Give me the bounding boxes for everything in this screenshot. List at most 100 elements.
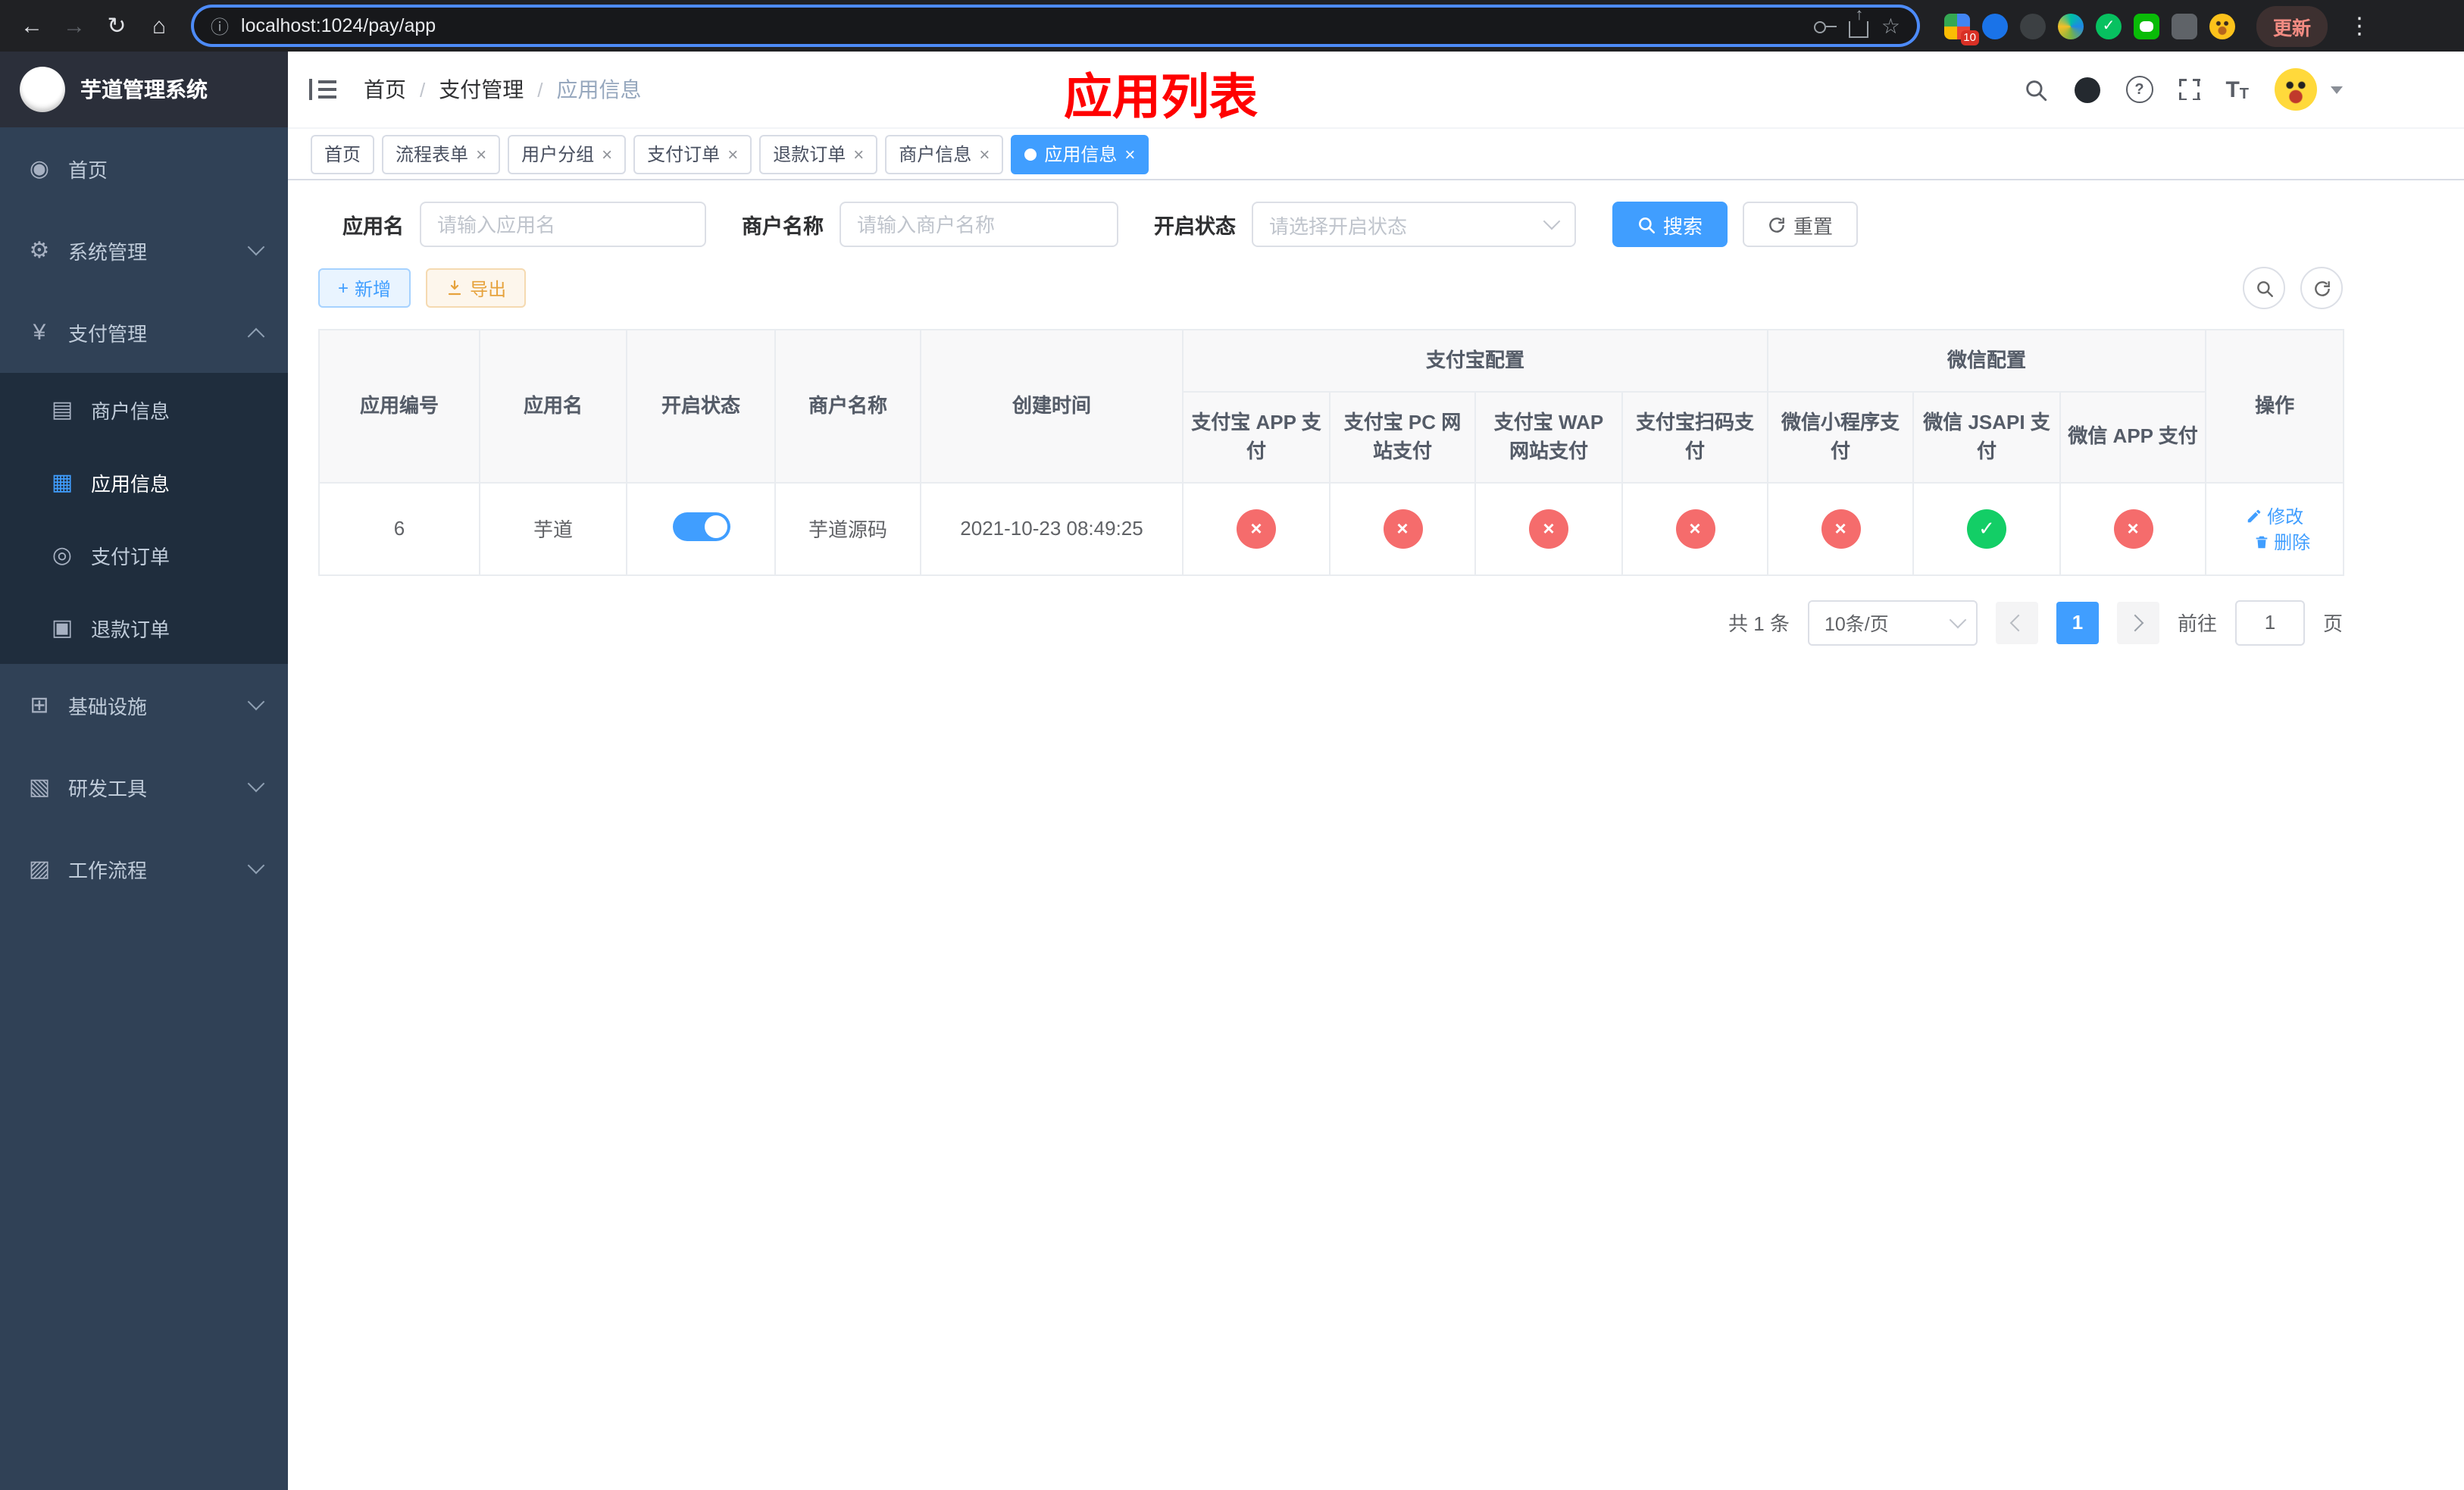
next-page-button[interactable] (2116, 601, 2159, 643)
browser-toolbar: ← → ↻ ⌂ ⓘ localhost:1024/pay/app ☆ 10 ✓ … (0, 0, 2464, 52)
reset-button-label: 重置 (1793, 214, 1834, 237)
browser-update-button[interactable]: 更新 (2256, 5, 2328, 46)
bookmark-star-icon[interactable]: ☆ (1881, 13, 1900, 39)
sidebar-item-dev-tools[interactable]: ▧ 研发工具 (0, 746, 288, 828)
prev-page-button[interactable] (1995, 601, 2038, 643)
sidebar-item-label: 应用信息 (91, 472, 170, 495)
sidebar-item-app-info[interactable]: ▦ 应用信息 (0, 446, 288, 518)
tab-user-group[interactable]: 用户分组 × (508, 134, 627, 174)
col-wechat-jsapi: 微信 JSAPI 支付 (1912, 390, 2062, 483)
search-icon[interactable] (2022, 77, 2048, 102)
tab-close-icon[interactable]: × (602, 145, 612, 163)
app-title: 芋道管理系统 (80, 77, 208, 102)
page-size-value: 10条/页 (1824, 614, 1889, 635)
tab-merchant-info[interactable]: 商户信息 × (885, 134, 1004, 174)
browser-extensions: 10 ✓ (1938, 13, 2241, 45)
app-name-input[interactable] (419, 202, 705, 247)
workflow-icon: ▨ (28, 856, 51, 882)
sidebar-item-merchant-info[interactable]: ▤ 商户信息 (0, 373, 288, 446)
col-alipay-wap: 支付宝 WAP 网站支付 (1474, 390, 1623, 483)
extension-puzzle-icon[interactable] (2171, 13, 2197, 39)
toggle-search-icon[interactable] (2243, 267, 2285, 309)
sidebar-item-pay-orders[interactable]: ◎ 支付订单 (0, 518, 288, 591)
status-toggle[interactable] (672, 512, 730, 540)
col-alipay-pc: 支付宝 PC 网站支付 (1329, 390, 1476, 483)
tab-label: 退款订单 (773, 144, 846, 165)
main-area: 首页 / 支付管理 / 应用信息 ? TT 首页 流程表单 × 用户分组 × 支… (288, 52, 2464, 1490)
share-icon[interactable] (1849, 20, 1869, 37)
reload-icon[interactable]: ↻ (97, 6, 136, 45)
tab-close-icon[interactable]: × (727, 145, 738, 163)
avatar-caret-down-icon[interactable] (2331, 86, 2343, 93)
back-icon[interactable]: ← (12, 6, 52, 45)
refresh-icon[interactable] (2300, 267, 2343, 309)
sidebar-item-infrastructure[interactable]: ⊞ 基础设施 (0, 664, 288, 746)
tab-close-icon[interactable]: × (853, 145, 864, 163)
home-icon[interactable]: ⌂ (139, 6, 179, 45)
sidebar-fold-icon[interactable] (309, 79, 336, 100)
reset-button[interactable]: 重置 (1742, 202, 1858, 247)
extension-avatar-icon[interactable] (2057, 13, 2084, 39)
password-key-icon[interactable] (1814, 17, 1837, 35)
tab-refund-orders[interactable]: 退款订单 × (759, 134, 878, 174)
sidebar-item-label: 基础设施 (68, 695, 148, 718)
breadcrumb-payment[interactable]: 支付管理 (439, 74, 524, 105)
goto-page-input[interactable] (2234, 599, 2305, 645)
font-size-icon[interactable]: TT (2225, 77, 2249, 102)
sidebar-item-payment[interactable]: ¥ 支付管理 (0, 291, 288, 373)
status-select-placeholder: 请选择开启状态 (1269, 214, 1408, 237)
infrastructure-icon: ⊞ (30, 693, 49, 718)
alipay-qr-status-icon: × (1675, 509, 1715, 548)
extension-wechat-icon[interactable] (2133, 13, 2159, 39)
github-icon[interactable] (2074, 77, 2100, 102)
app-logo[interactable]: 芋道管理系统 (0, 52, 288, 127)
export-button[interactable]: 导出 (426, 268, 527, 308)
address-bar[interactable]: ⓘ localhost:1024/pay/app ☆ (194, 8, 1917, 44)
extensions-grid-icon[interactable]: 10 (1943, 13, 1979, 45)
search-button[interactable]: 搜索 (1612, 202, 1728, 247)
refund-order-icon: ▣ (51, 615, 73, 641)
merchant-name-input[interactable] (839, 202, 1118, 247)
sidebar-item-home[interactable]: ◉ 首页 (0, 127, 288, 209)
current-page-button[interactable]: 1 (2056, 601, 2099, 643)
tab-process-form[interactable]: 流程表单 × (382, 134, 501, 174)
extension-emoji-icon[interactable] (2209, 13, 2235, 39)
forward-icon[interactable]: → (55, 6, 94, 45)
tab-app-info[interactable]: 应用信息 × (1011, 134, 1149, 174)
extension-check-icon[interactable]: ✓ (2095, 13, 2122, 39)
fullscreen-icon[interactable] (2178, 79, 2200, 100)
delete-button[interactable]: 删除 (2253, 528, 2310, 554)
tab-pay-orders[interactable]: 支付订单 × (633, 134, 752, 174)
gear-icon: ⚙ (29, 238, 50, 264)
sidebar-item-system[interactable]: ⚙ 系统管理 (0, 209, 288, 291)
tab-home[interactable]: 首页 (311, 134, 375, 174)
col-alipay-app: 支付宝 APP 支付 (1182, 390, 1330, 483)
logo-image (20, 67, 65, 112)
browser-menu-icon[interactable]: ⋮ (2340, 6, 2379, 45)
page-size-select[interactable]: 10条/页 (1807, 599, 1978, 645)
tab-close-icon[interactable]: × (979, 145, 990, 163)
col-group-wechat: 微信配置 (1767, 329, 2207, 392)
status-select[interactable]: 请选择开启状态 (1251, 202, 1575, 247)
col-app-id: 应用编号 (318, 329, 480, 483)
extension-drop-icon[interactable] (1981, 13, 2008, 39)
user-avatar[interactable] (2275, 68, 2317, 111)
help-icon[interactable]: ? (2125, 76, 2153, 103)
alipay-pc-status-icon: × (1383, 509, 1422, 548)
export-button-label: 导出 (470, 278, 507, 299)
breadcrumb-home[interactable]: 首页 (364, 74, 406, 105)
search-button-label: 搜索 (1663, 214, 1703, 237)
sidebar-item-label: 支付管理 (68, 322, 148, 345)
tab-close-icon[interactable]: × (476, 145, 486, 163)
tab-close-icon[interactable]: × (1124, 145, 1135, 163)
yen-icon: ¥ (33, 319, 46, 345)
extension-dark-circle-icon[interactable] (2019, 13, 2046, 39)
plus-icon: + (338, 277, 349, 299)
add-button[interactable]: + 新增 (318, 268, 411, 308)
breadcrumb-separator: / (537, 78, 543, 101)
edit-button[interactable]: 修改 (2246, 502, 2303, 528)
sidebar-item-refund-orders[interactable]: ▣ 退款订单 (0, 591, 288, 664)
sidebar-item-workflow[interactable]: ▨ 工作流程 (0, 828, 288, 909)
site-info-icon[interactable]: ⓘ (211, 13, 229, 39)
font-size-small: T (2239, 86, 2249, 102)
